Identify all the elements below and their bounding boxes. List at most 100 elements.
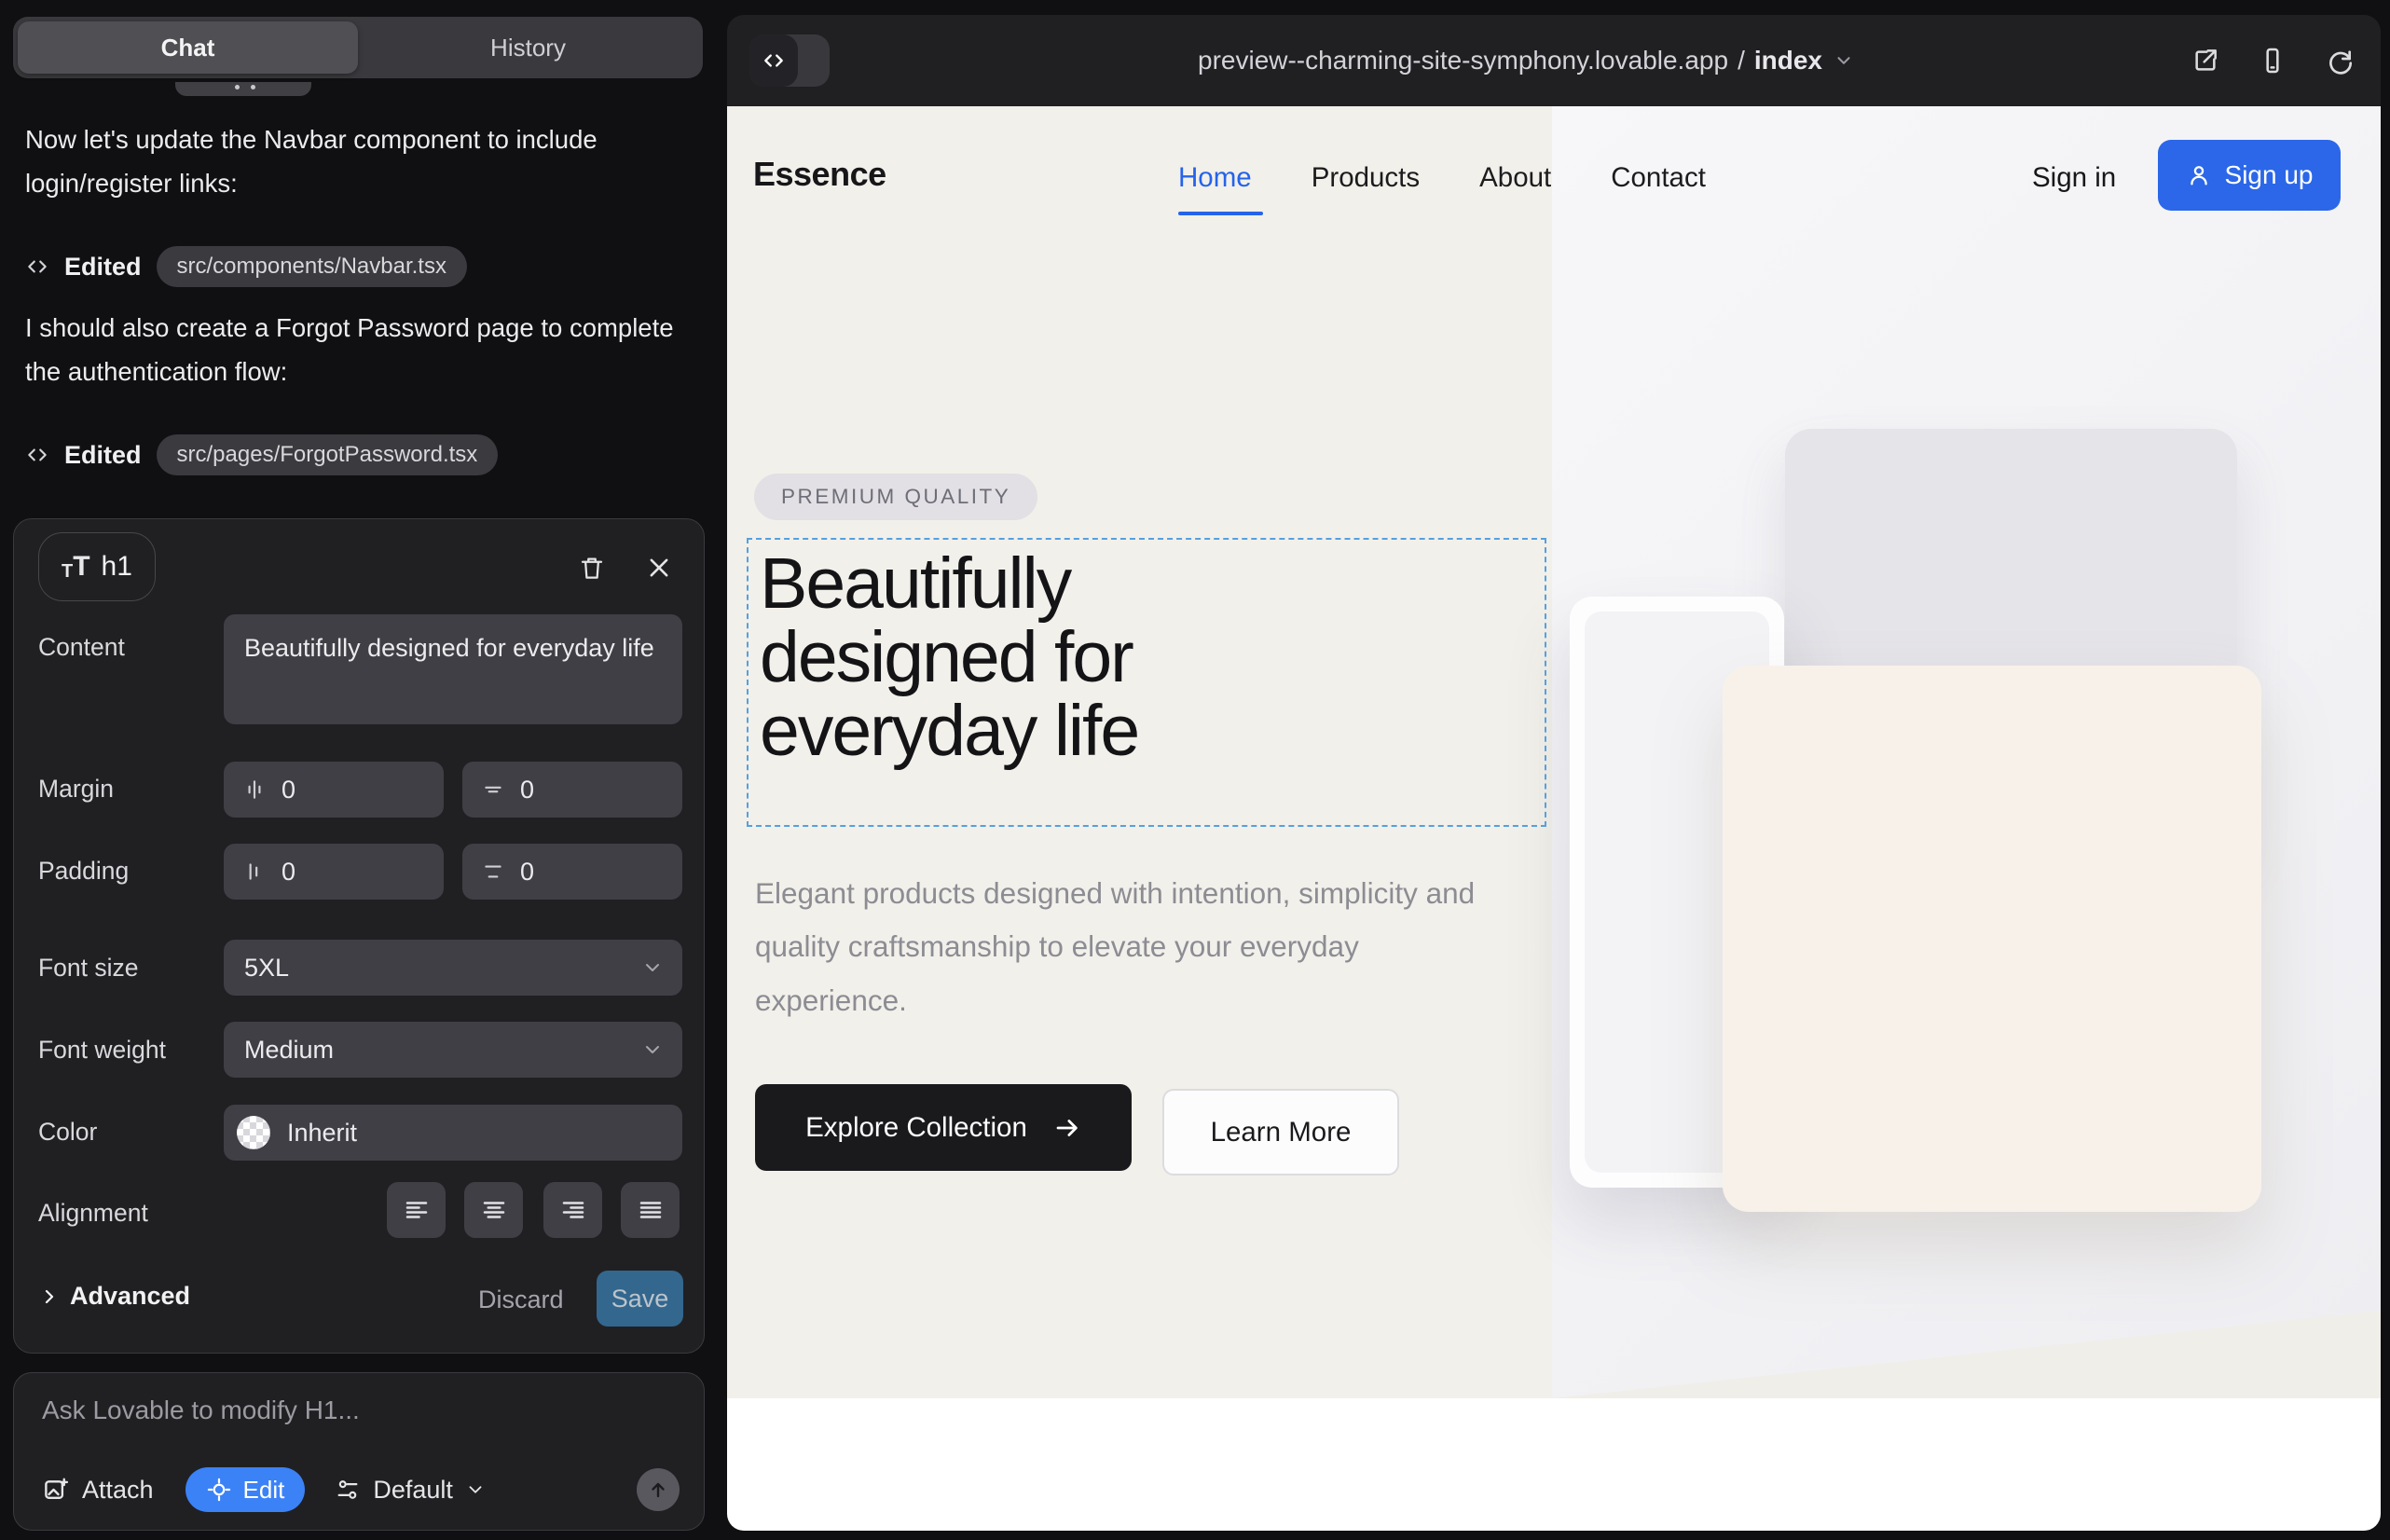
site-nav: Home Products About Contact <box>1178 162 1706 194</box>
premium-quality-badge: PREMIUM QUALITY <box>754 474 1037 520</box>
decor-card-cream <box>1723 666 2261 1212</box>
content-label: Content <box>38 633 125 662</box>
code-icon <box>762 48 786 73</box>
discard-button[interactable]: Discard <box>478 1286 564 1314</box>
url-page: index <box>1754 46 1822 76</box>
edited-label: Edited <box>64 441 142 470</box>
file-chip[interactable]: src/pages/ForgotPassword.tsx <box>157 434 499 475</box>
margin-x-input[interactable]: 0 <box>224 762 444 818</box>
assistant-message: I should also create a Forgot Password p… <box>25 306 678 394</box>
close-panel-button[interactable] <box>637 545 681 590</box>
edit-mode-pill[interactable]: Edit <box>185 1467 306 1512</box>
nav-link-about[interactable]: About <box>1479 162 1551 194</box>
send-button[interactable] <box>637 1468 680 1511</box>
content-input[interactable]: Beautifully designed for everyday life <box>224 614 682 724</box>
preview-window: preview--charming-site-symphony.lovable.… <box>727 15 2381 1531</box>
chevron-right-icon <box>38 1286 61 1308</box>
browser-actions <box>2191 15 2355 106</box>
chevron-down-icon <box>465 1479 486 1500</box>
external-link-icon <box>2191 46 2220 76</box>
nav-link-products[interactable]: Products <box>1312 162 1420 194</box>
margin-label: Margin <box>38 775 114 804</box>
selected-element-outline[interactable]: Beautifully designed for everyday life <box>747 538 1546 827</box>
user-icon <box>2186 162 2212 188</box>
chevron-down-icon <box>641 1038 664 1061</box>
learn-more-button[interactable]: Learn More <box>1162 1089 1399 1176</box>
sign-up-button[interactable]: Sign up <box>2158 140 2341 211</box>
advanced-toggle[interactable]: Advanced <box>38 1282 190 1311</box>
font-size-select[interactable]: 5XL <box>224 940 682 996</box>
margin-x-icon <box>242 777 267 802</box>
font-weight-label: Font weight <box>38 1036 166 1065</box>
padding-x-input[interactable]: 0 <box>224 844 444 900</box>
mode-select[interactable]: Default <box>335 1476 486 1505</box>
smartphone-icon <box>2258 46 2287 76</box>
active-nav-underline <box>1178 212 1263 215</box>
delete-element-button[interactable] <box>570 545 614 590</box>
refresh-icon <box>2325 46 2355 76</box>
edited-label: Edited <box>64 253 142 282</box>
align-justify-button[interactable] <box>621 1182 680 1238</box>
element-tag: h1 <box>102 551 132 583</box>
tab-chat[interactable]: Chat <box>18 21 358 74</box>
edited-file-row: Edited src/components/Navbar.tsx <box>25 244 467 289</box>
assistant-message: Now let's update the Navbar component to… <box>25 117 678 206</box>
trash-icon <box>578 554 606 582</box>
device-preview-button[interactable] <box>2258 46 2287 76</box>
tab-history[interactable]: History <box>358 21 698 74</box>
align-justify-icon <box>637 1196 665 1224</box>
site-canvas: Essence Home Products About Contact Sign… <box>727 106 2381 1531</box>
edited-file-row: Edited src/pages/ForgotPassword.tsx <box>25 433 498 477</box>
align-right-button[interactable] <box>543 1182 602 1238</box>
color-label: Color <box>38 1118 97 1147</box>
target-icon <box>206 1477 232 1503</box>
refresh-button[interactable] <box>2325 46 2355 76</box>
nav-link-home[interactable]: Home <box>1178 162 1252 194</box>
font-weight-select[interactable]: Medium <box>224 1022 682 1078</box>
padding-label: Padding <box>38 857 129 886</box>
open-external-button[interactable] <box>2191 46 2220 76</box>
selected-element-chip: TT h1 <box>38 532 156 601</box>
code-toggle-knob <box>749 34 798 87</box>
element-editor-panel: TT h1 Content Beautifully designed for e… <box>13 518 705 1354</box>
image-plus-icon <box>42 1476 70 1504</box>
chevron-down-icon <box>641 956 664 979</box>
composer-toolbar: Attach Edit Default <box>42 1466 680 1513</box>
align-center-button[interactable] <box>464 1182 523 1238</box>
alignment-label: Alignment <box>38 1199 148 1228</box>
align-left-icon <box>403 1196 431 1224</box>
chat-composer: Attach Edit Default <box>13 1372 705 1531</box>
font-size-label: Font size <box>38 954 139 983</box>
nav-link-contact[interactable]: Contact <box>1611 162 1706 194</box>
code-icon <box>25 254 49 279</box>
save-button[interactable]: Save <box>597 1271 683 1327</box>
color-select[interactable]: Inherit <box>224 1105 682 1161</box>
chevron-down-icon <box>1834 50 1854 71</box>
explore-collection-button[interactable]: Explore Collection <box>755 1084 1132 1171</box>
chat-history-tabs: Chat History <box>13 17 703 78</box>
align-right-icon <box>559 1196 587 1224</box>
padding-x-icon <box>242 859 267 884</box>
attach-button[interactable]: Attach <box>42 1476 154 1505</box>
color-swatch <box>237 1116 270 1149</box>
sign-in-link[interactable]: Sign in <box>2032 162 2116 194</box>
composer-input[interactable] <box>42 1396 676 1457</box>
typography-icon: TT <box>62 553 90 581</box>
margin-y-input[interactable]: 0 <box>462 762 682 818</box>
align-center-icon <box>480 1196 508 1224</box>
sliders-icon <box>335 1477 361 1503</box>
app-root: Chat History Now let's update the Navbar… <box>0 0 2390 1540</box>
site-logo[interactable]: Essence <box>753 155 886 194</box>
close-icon <box>646 555 672 581</box>
padding-y-input[interactable]: 0 <box>462 844 682 900</box>
code-preview-toggle[interactable] <box>749 34 830 87</box>
padding-y-icon <box>481 859 505 884</box>
code-icon <box>25 443 49 467</box>
file-chip[interactable]: src/components/Navbar.tsx <box>157 246 467 287</box>
align-left-button[interactable] <box>387 1182 446 1238</box>
arrow-right-icon <box>1053 1114 1081 1142</box>
hero-heading: Beautifully designed for everyday life <box>760 547 1545 768</box>
url-bar[interactable]: preview--charming-site-symphony.lovable.… <box>839 15 2213 106</box>
margin-y-icon <box>481 777 505 802</box>
scrolled-chip-fragment <box>175 82 311 96</box>
